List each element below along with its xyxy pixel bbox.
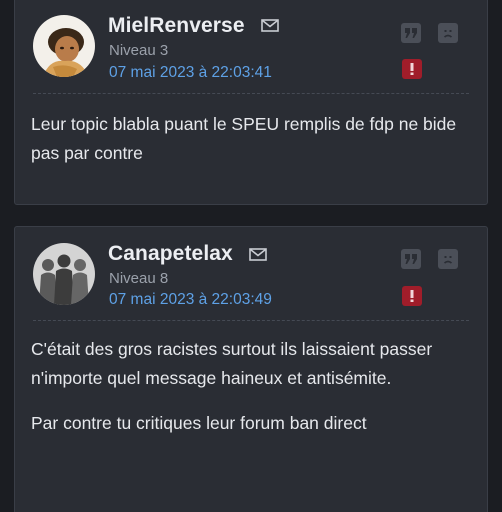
forum-post: Canapetelax Niveau 8 07 mai 2023 à 22:03… bbox=[14, 226, 488, 512]
quote-button[interactable] bbox=[401, 23, 421, 43]
report-button[interactable] bbox=[402, 59, 422, 79]
frown-face-icon bbox=[443, 30, 453, 38]
quote-icon bbox=[405, 254, 417, 264]
author-name[interactable]: Canapetelax bbox=[108, 242, 233, 266]
message-body: C'était des gros racistes surtout ils la… bbox=[31, 335, 471, 438]
private-message-button[interactable] bbox=[438, 249, 458, 269]
quote-icon bbox=[405, 28, 417, 38]
message-paragraph: Leur topic blabla puant le SPEU remplis … bbox=[31, 114, 457, 163]
private-message-button[interactable] bbox=[438, 23, 458, 43]
message-paragraph: Par contre tu critiques leur forum ban d… bbox=[31, 413, 367, 433]
divider bbox=[33, 320, 469, 321]
mail-icon[interactable] bbox=[261, 19, 279, 32]
user-level: Niveau 3 bbox=[109, 42, 169, 59]
message-body: Leur topic blabla puant le SPEU remplis … bbox=[31, 110, 471, 168]
exclamation-icon bbox=[410, 63, 414, 75]
post-date-link[interactable]: 07 mai 2023 à 22:03:49 bbox=[109, 291, 272, 309]
avatar[interactable] bbox=[33, 243, 95, 305]
forum-page: MielRenverse Niveau 3 07 mai 2023 à 22:0… bbox=[0, 0, 502, 512]
frown-face-icon bbox=[443, 256, 453, 264]
divider bbox=[33, 93, 469, 94]
user-level: Niveau 8 bbox=[109, 270, 169, 287]
forum-post: MielRenverse Niveau 3 07 mai 2023 à 22:0… bbox=[14, 0, 488, 205]
message-paragraph: C'était des gros racistes surtout ils la… bbox=[31, 339, 433, 388]
post-date-link[interactable]: 07 mai 2023 à 22:03:41 bbox=[109, 64, 272, 82]
exclamation-icon bbox=[410, 290, 414, 302]
quote-button[interactable] bbox=[401, 249, 421, 269]
report-button[interactable] bbox=[402, 286, 422, 306]
mail-icon[interactable] bbox=[249, 248, 267, 261]
avatar[interactable] bbox=[33, 15, 95, 77]
author-name[interactable]: MielRenverse bbox=[108, 14, 245, 38]
